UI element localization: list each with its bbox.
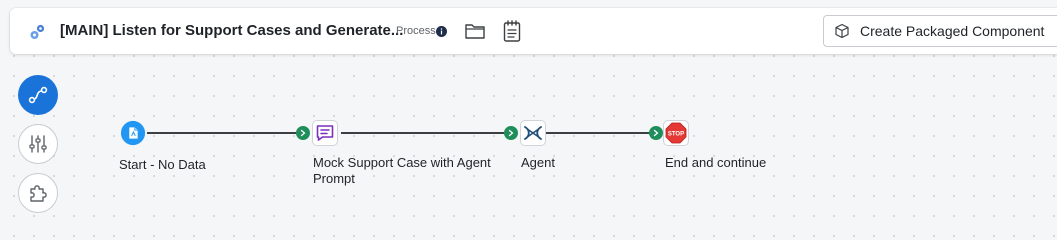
stop-icon-text: STOP	[668, 131, 684, 137]
puzzle-icon	[30, 185, 47, 202]
sidebar-item-settings[interactable]	[18, 124, 58, 164]
chevron-right-icon	[300, 129, 306, 137]
flow-connector[interactable]	[504, 126, 518, 140]
flow-edge	[546, 132, 656, 134]
create-packaged-component-button[interactable]: Create Packaged Component	[823, 15, 1057, 47]
flow-node-label: Start - No Data	[119, 157, 206, 172]
chevron-right-icon	[508, 129, 514, 137]
chevron-right-icon	[653, 129, 659, 137]
flow-node-label: Mock Support Case with Agent Prompt	[313, 155, 491, 186]
flow-connector[interactable]	[649, 126, 663, 140]
flow-node-agent[interactable]	[520, 120, 546, 146]
stop-icon: STOP	[665, 122, 687, 144]
message-icon	[316, 125, 334, 141]
flow-node-message[interactable]	[312, 120, 338, 146]
process-header: [MAIN] Listen for Support Cases and Gene…	[10, 8, 1057, 54]
folder-icon[interactable]	[464, 21, 486, 41]
process-type-label: Process	[396, 25, 436, 37]
flow-connector[interactable]	[296, 126, 310, 140]
sliders-icon	[29, 135, 47, 153]
agent-icon	[524, 126, 542, 140]
create-packaged-component-label: Create Packaged Component	[860, 23, 1045, 39]
flow-edge	[147, 132, 303, 134]
flow-node-start[interactable]	[120, 120, 146, 146]
route-icon	[28, 86, 48, 104]
flow-node-label: End and continue	[665, 155, 767, 170]
flow-node-end[interactable]: STOP	[663, 120, 689, 146]
notes-icon[interactable]	[502, 19, 522, 43]
sidebar-item-extensions[interactable]	[18, 173, 58, 213]
flow-edge	[341, 132, 511, 134]
process-title[interactable]: [MAIN] Listen for Support Cases and Gene…	[60, 22, 403, 39]
process-icon	[30, 24, 45, 39]
sidebar-item-build[interactable]	[18, 75, 58, 115]
start-document-icon	[120, 120, 146, 146]
package-icon	[835, 23, 849, 39]
flow-node-label: Agent	[521, 155, 555, 170]
info-icon[interactable]	[436, 26, 447, 37]
